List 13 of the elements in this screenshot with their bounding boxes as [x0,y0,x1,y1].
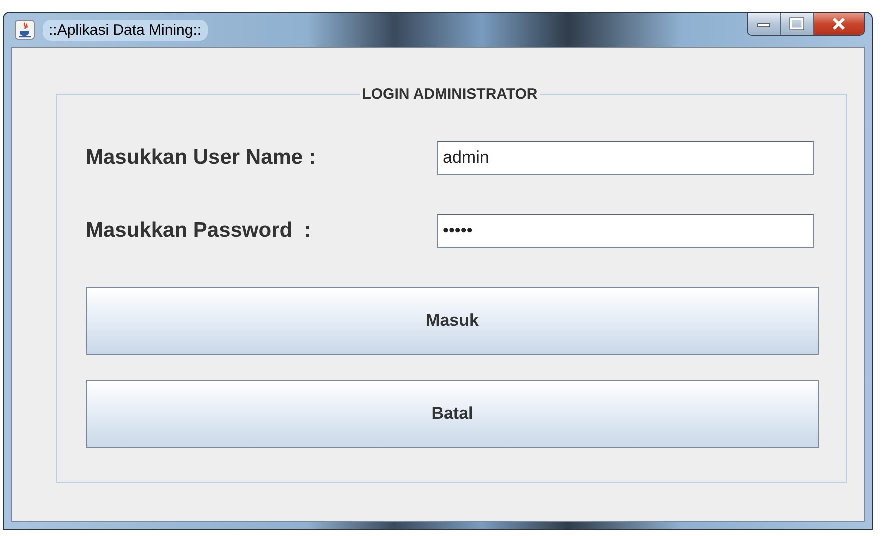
minimize-button[interactable] [748,13,781,35]
coffee-cup-icon [15,20,35,40]
close-icon [830,17,848,31]
close-button[interactable] [814,13,864,35]
field-label: Masukkan Password : [86,219,312,243]
window-title: ::Aplikasi Data Mining:: [43,20,208,40]
maximize-icon [789,17,805,31]
field-label: Masukkan User Name : [86,146,317,170]
input-field[interactable]: admin [437,141,814,175]
input-field[interactable]: ••••• [437,214,814,248]
maximize-button[interactable] [781,13,814,35]
action-button[interactable]: Batal [86,380,819,448]
action-button[interactable]: Masuk [86,287,819,355]
